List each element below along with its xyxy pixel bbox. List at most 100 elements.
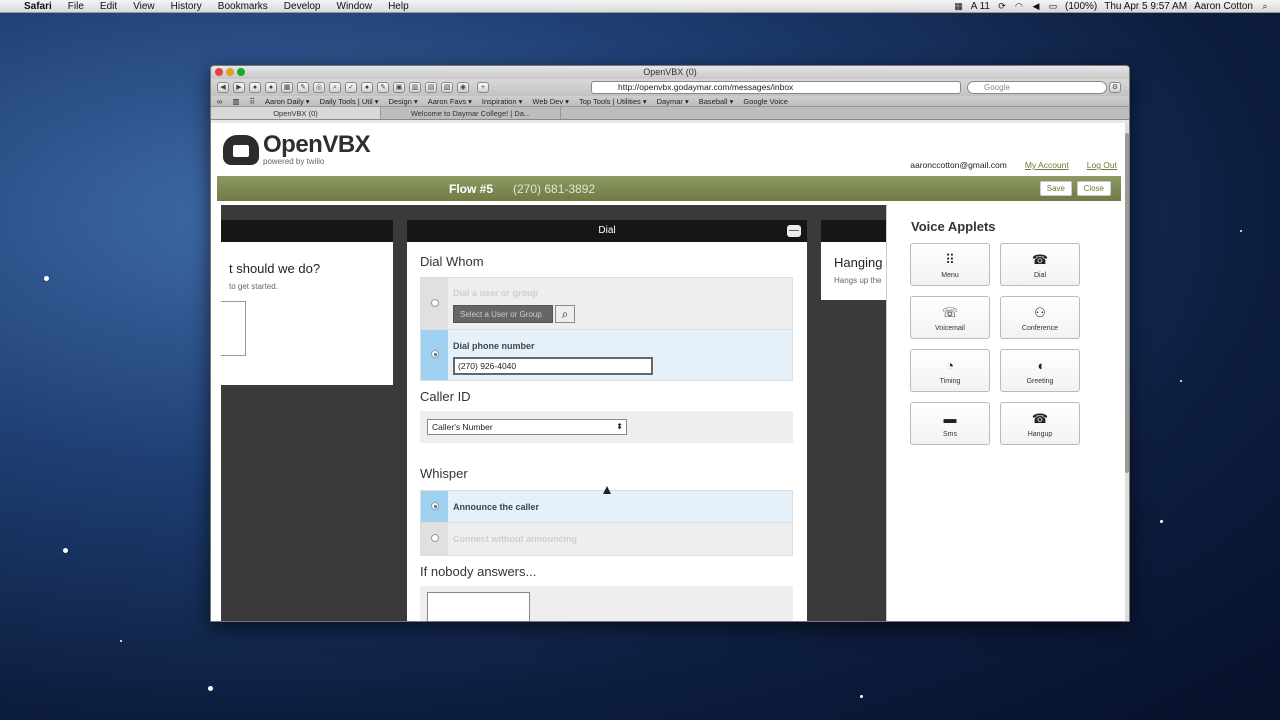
toolbar-icon[interactable]: ● bbox=[361, 82, 373, 93]
tab-bar: OpenVBX (0) Welcome to Daymar College! |… bbox=[211, 107, 1129, 120]
phone-number-input[interactable]: (270) 926-4040 bbox=[453, 357, 653, 375]
close-button[interactable]: Close bbox=[1076, 181, 1111, 196]
dropbox-icon[interactable]: ▦ bbox=[954, 1, 964, 11]
phone-logo-icon bbox=[223, 134, 259, 165]
toolbar-icon[interactable]: ● bbox=[265, 82, 277, 93]
option-user-group-label: Dial a user or group bbox=[453, 288, 539, 298]
toolbar-icon[interactable]: ◎ bbox=[313, 82, 325, 93]
bookmark-item[interactable]: Top Tools | Utilities ▾ bbox=[579, 97, 647, 106]
back-icon[interactable]: ◀ bbox=[217, 82, 229, 93]
applet-timing[interactable]: ◔ Timing bbox=[910, 349, 990, 392]
drop-target[interactable] bbox=[221, 301, 246, 356]
applet-greeting[interactable]: ◖ Greeting bbox=[1000, 349, 1080, 392]
save-button[interactable]: Save bbox=[1039, 181, 1072, 196]
option-user-group[interactable]: Dial a user or group Select a User or Gr… bbox=[421, 278, 792, 330]
user-name[interactable]: Aaron Cotton bbox=[1194, 1, 1253, 12]
add-bookmark-icon[interactable]: + bbox=[477, 82, 489, 93]
volume-icon[interactable]: ◀ bbox=[1031, 1, 1041, 11]
bookmark-item[interactable]: Aaron Favs ▾ bbox=[428, 97, 472, 106]
tab-daymar[interactable]: Welcome to Daymar College! | Da... bbox=[381, 107, 561, 119]
zoom-window-icon[interactable] bbox=[237, 68, 245, 76]
toolbar-icon[interactable]: ▣ bbox=[393, 82, 405, 93]
bookmark-item[interactable]: Daily Tools | Util ▾ bbox=[320, 97, 379, 106]
forward-icon[interactable]: ▶ bbox=[233, 82, 245, 93]
radio-connect-silent[interactable] bbox=[421, 523, 448, 555]
bookmark-item[interactable]: Design ▾ bbox=[389, 97, 418, 106]
bookmark-item[interactable]: Baseball ▾ bbox=[699, 97, 734, 106]
adobe-icon[interactable]: A 11 bbox=[971, 1, 990, 12]
caller-id-select[interactable]: Caller's Number bbox=[427, 419, 627, 435]
select-user-group-button[interactable]: Select a User or Group bbox=[453, 305, 553, 323]
bookmark-item[interactable]: Web Dev ▾ bbox=[532, 97, 569, 106]
wifi-icon[interactable]: ◠ bbox=[1014, 1, 1024, 11]
nobody-answers-drop-target[interactable] bbox=[427, 592, 530, 621]
applet-label: Greeting bbox=[1026, 378, 1054, 385]
toolbar-icon[interactable]: ▦ bbox=[281, 82, 293, 93]
menu-help[interactable]: Help bbox=[380, 1, 417, 12]
menu-edit[interactable]: Edit bbox=[92, 1, 125, 12]
bookmark-item[interactable]: Daymar ▾ bbox=[657, 97, 689, 106]
my-account-link[interactable]: My Account bbox=[1025, 160, 1069, 170]
bookmark-item[interactable]: Inspiration ▾ bbox=[482, 97, 522, 106]
applet-dial[interactable]: ☎ Dial bbox=[1000, 243, 1080, 286]
spotlight-icon[interactable]: ⌕ bbox=[1260, 1, 1270, 11]
bookmarks-icon[interactable]: ▥ bbox=[232, 97, 239, 106]
radio-user-group[interactable] bbox=[421, 278, 448, 329]
flow-name[interactable]: Flow #5 bbox=[449, 182, 493, 196]
bookmark-item[interactable]: Aaron Daily ▾ bbox=[265, 97, 310, 106]
option-announce[interactable]: Announce the caller bbox=[421, 491, 792, 523]
applet-voicemail[interactable]: ☏ Voicemail bbox=[910, 296, 990, 339]
toolbar-icon[interactable]: ⌕ bbox=[329, 82, 341, 93]
search-field[interactable]: Google bbox=[967, 81, 1107, 94]
minimize-window-icon[interactable] bbox=[226, 68, 234, 76]
dial-panel-title: Dial bbox=[598, 225, 616, 236]
menu-app[interactable]: Safari bbox=[16, 1, 60, 12]
toolbar-icon[interactable]: ✓ bbox=[345, 82, 357, 93]
radio-phone-number[interactable] bbox=[421, 330, 448, 380]
option-phone-number[interactable]: Dial phone number (270) 926-4040 bbox=[421, 330, 792, 380]
scrollbar-thumb[interactable] bbox=[1125, 133, 1129, 473]
menu-grid-icon: ⠿ bbox=[945, 252, 955, 267]
applet-conference[interactable]: ⚇ Conference bbox=[1000, 296, 1080, 339]
openvbx-logo[interactable]: OpenVBX powered by twilio bbox=[223, 133, 371, 166]
log-out-link[interactable]: Log Out bbox=[1087, 160, 1117, 170]
toolbar-icon[interactable]: ● bbox=[249, 82, 261, 93]
settings-icon[interactable]: ⚙ bbox=[1109, 82, 1121, 93]
toolbar-icon[interactable]: ▤ bbox=[425, 82, 437, 93]
menu-window[interactable]: Window bbox=[329, 1, 381, 12]
menu-bookmarks[interactable]: Bookmarks bbox=[210, 1, 276, 12]
sync-icon[interactable]: ⟳ bbox=[997, 1, 1007, 11]
flow-bar: Flow #5 (270) 681-3892 Save Close bbox=[217, 176, 1121, 201]
logo-subtext: powered by twilio bbox=[263, 157, 325, 166]
speaker-icon: ◖ bbox=[1036, 358, 1044, 373]
applet-label: Conference bbox=[1021, 325, 1059, 332]
option-connect-silent[interactable]: Connect without announcing bbox=[421, 523, 792, 555]
menu-history[interactable]: History bbox=[163, 1, 210, 12]
toolbar-icon[interactable]: ✎ bbox=[377, 82, 389, 93]
page-scrollbar[interactable] bbox=[1125, 123, 1129, 621]
option-connect-label: Connect without announcing bbox=[453, 534, 577, 544]
menu-file[interactable]: File bbox=[60, 1, 92, 12]
toolbar-icon[interactable]: ✎ bbox=[297, 82, 309, 93]
toolbar-icon[interactable]: ◉ bbox=[457, 82, 469, 93]
whisper-title: Whisper bbox=[420, 466, 468, 481]
tab-openvbx[interactable]: OpenVBX (0) bbox=[211, 107, 381, 119]
applet-hangup[interactable]: ☎ Hangup bbox=[1000, 402, 1080, 445]
clock[interactable]: Thu Apr 5 9:57 AM bbox=[1104, 1, 1187, 12]
url-field[interactable]: http://openvbx.godaymar.com/messages/inb… bbox=[591, 81, 961, 94]
applet-sms[interactable]: ▬ Sms bbox=[910, 402, 990, 445]
menu-develop[interactable]: Develop bbox=[276, 1, 329, 12]
bookmark-item[interactable]: Google Voice bbox=[743, 97, 788, 106]
reading-list-icon[interactable]: ∞ bbox=[217, 97, 222, 106]
battery-icon[interactable]: ▭ bbox=[1048, 1, 1058, 11]
menu-view[interactable]: View bbox=[125, 1, 163, 12]
toolbar-icon[interactable]: ▧ bbox=[441, 82, 453, 93]
collapse-icon[interactable]: — bbox=[787, 225, 801, 237]
radio-announce[interactable] bbox=[421, 491, 448, 522]
bookmarks-grid-icon[interactable]: ⠿ bbox=[249, 97, 255, 106]
close-window-icon[interactable] bbox=[215, 68, 223, 76]
toolbar-icon[interactable]: ▥ bbox=[409, 82, 421, 93]
menubar: Safari File Edit View History Bookmarks … bbox=[0, 0, 1280, 13]
applet-menu[interactable]: ⠿ Menu bbox=[910, 243, 990, 286]
search-icon[interactable]: ⌕ bbox=[555, 305, 575, 323]
